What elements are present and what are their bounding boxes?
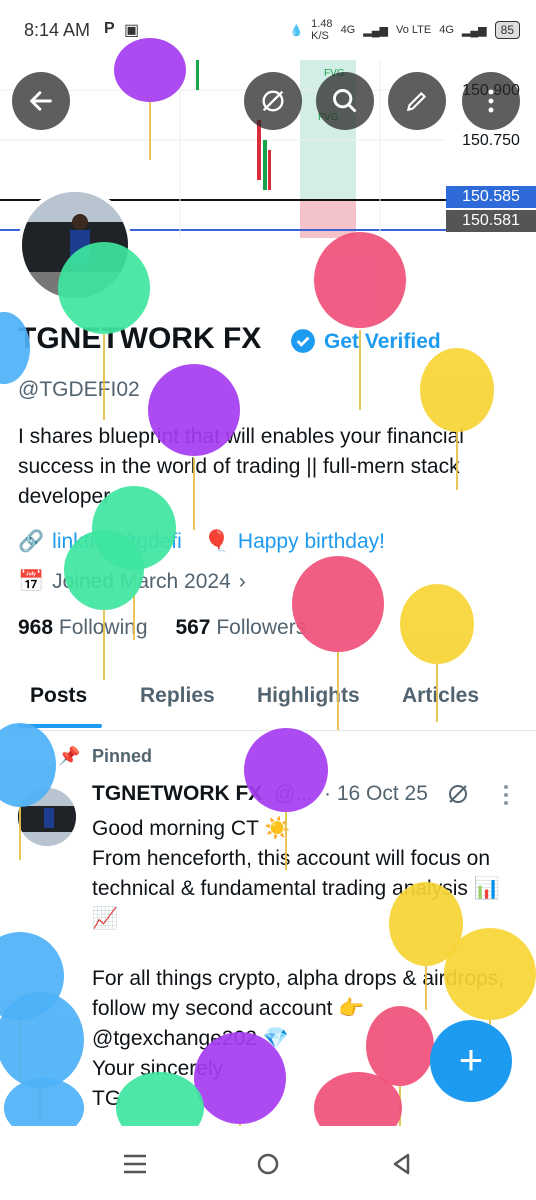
post-handle: @... — [274, 782, 313, 805]
post-more-icon[interactable] — [502, 784, 510, 806]
battery-icon: 85 — [494, 21, 520, 39]
profile-name: TGNETWORK FX — [18, 322, 262, 355]
data-speed: 1.48 K/S — [311, 18, 333, 42]
back-button[interactable] — [12, 72, 70, 130]
pencil-icon — [406, 91, 427, 112]
more-vertical-icon — [488, 89, 494, 113]
status-time: 8:14 AM — [24, 20, 91, 40]
grok-icon[interactable] — [446, 782, 470, 806]
arrow-left-icon — [29, 91, 52, 111]
back-nav-icon[interactable] — [390, 1152, 412, 1176]
android-notification-icon: ▣ — [124, 22, 140, 39]
tab-posts[interactable]: Posts — [30, 684, 87, 708]
compose-post-button[interactable]: + — [430, 1020, 512, 1102]
followers-link[interactable]: 567 Followers — [175, 616, 306, 639]
profile-tabs: Posts Replies Highlights Articles — [0, 668, 536, 731]
profile-avatar[interactable] — [18, 188, 132, 302]
post-avatar-photo — [18, 788, 76, 846]
avatar-photo — [22, 192, 128, 298]
price-label-bid: 150.581 — [446, 210, 536, 232]
edit-button[interactable] — [388, 72, 446, 130]
status-right: 💧 1.48 K/S 4G ▂▄▆ Vo LTE 4G ▂▄▆ 85 — [289, 18, 520, 42]
system-nav-bar — [0, 1126, 536, 1200]
grok-button[interactable] — [244, 72, 302, 130]
balloon — [314, 232, 406, 410]
more-button[interactable] — [462, 72, 520, 130]
profile-meta: 🔗 linktr.ee/tgdefi 🎈 Happy birthday! — [18, 530, 385, 554]
balloon — [0, 992, 84, 1126]
post-author[interactable]: TGNETWORK FX — [92, 782, 262, 806]
active-tab-indicator — [18, 724, 102, 728]
network-4g-1: 4G — [340, 24, 356, 36]
calendar-icon: 📅 — [18, 570, 45, 593]
signal-icon: ▂▄▆ — [363, 24, 388, 37]
following-link[interactable]: 968 Following — [18, 616, 148, 639]
tab-articles[interactable]: Articles — [402, 684, 479, 708]
price-label: 150.750 — [462, 132, 520, 149]
verified-badge-icon[interactable] — [290, 328, 316, 354]
search-button[interactable] — [316, 72, 374, 130]
status-bar: 8:14 AM P ▣ 💧 1.48 K/S 4G ▂▄▆ Vo LTE 4G ▂… — [0, 0, 536, 60]
joined-date: Joined March 2024 — [52, 570, 231, 593]
post-date: · 16 Oct 25 — [324, 782, 428, 805]
p-notification-icon: P — [104, 20, 115, 37]
chevron-right-icon: › — [238, 570, 246, 593]
follow-stats: 968 Following 567 Followers — [18, 616, 306, 640]
tab-highlights[interactable]: Highlights — [257, 684, 360, 708]
profile-link[interactable]: linktr.ee/tgdefi — [52, 530, 182, 554]
price-label-current: 150.585 — [446, 186, 536, 208]
get-verified-link[interactable]: Get Verified — [324, 330, 441, 354]
pinned-label: Pinned — [92, 746, 153, 766]
search-icon — [333, 89, 357, 113]
balloon — [0, 932, 64, 1080]
grok-icon — [262, 90, 284, 112]
balloon-icon: 🎈 — [203, 530, 230, 553]
pin-icon: 📌 — [58, 746, 81, 766]
tab-replies[interactable]: Replies — [140, 684, 215, 708]
post-avatar[interactable] — [18, 788, 76, 846]
signal-icon-2: ▂▄▆ — [461, 24, 487, 37]
profile-handle: @TGDEFI02 — [18, 378, 140, 401]
birthday-text[interactable]: Happy birthday! — [238, 530, 385, 554]
network-4g-2: 4G — [439, 24, 454, 36]
data-speed-icon: 💧 — [289, 24, 304, 37]
home-icon[interactable] — [256, 1152, 280, 1176]
volte-label: Vo LTE — [395, 24, 432, 36]
joined-row[interactable]: 📅 Joined March 2024 › — [18, 570, 246, 594]
profile-bio: I shares blueprint that will enables you… — [18, 425, 464, 508]
link-icon: 🔗 — [18, 530, 45, 553]
recent-apps-icon[interactable] — [124, 1154, 146, 1174]
